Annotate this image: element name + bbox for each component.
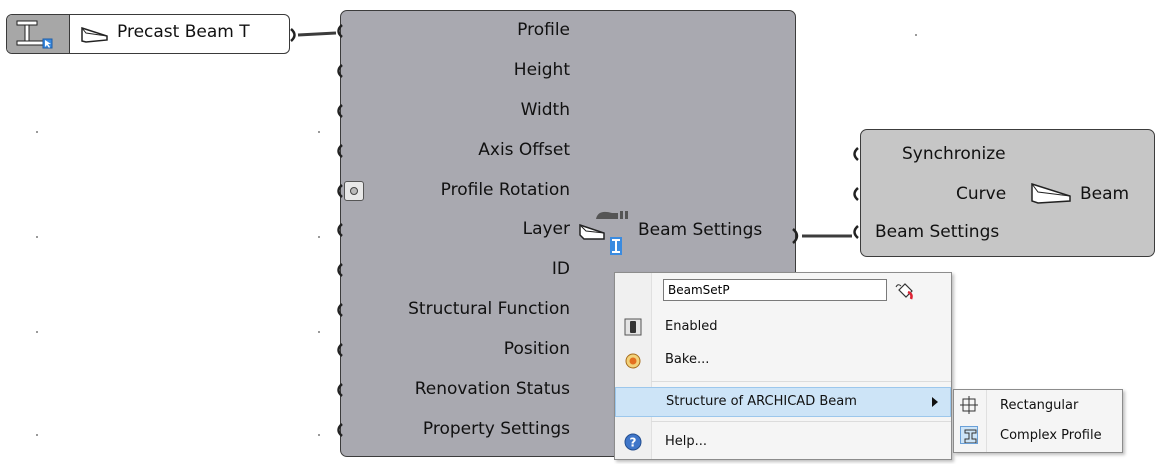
input-grip[interactable] <box>332 23 344 41</box>
i-beam-param-icon <box>16 20 53 49</box>
menu-item-label: Bake... <box>665 352 710 367</box>
menu-item-label: Help... <box>665 434 708 449</box>
bake-icon <box>625 353 641 369</box>
menu-item-structure[interactable]: Structure of ARCHICAD Beam <box>615 387 951 417</box>
paint-bucket-icon[interactable] <box>895 282 917 302</box>
input-label: Position <box>503 339 570 359</box>
submenu-item-label: Rectangular <box>1000 398 1079 413</box>
input-grip[interactable] <box>332 422 344 440</box>
right-input-grips[interactable] <box>848 146 860 246</box>
menu-item-bake[interactable]: Bake... <box>615 345 951 375</box>
beam-settings-icon <box>579 211 628 255</box>
input-grip[interactable] <box>332 103 344 121</box>
menu-item-label: Enabled <box>665 319 718 334</box>
input-label: Profile <box>517 20 570 40</box>
help-icon: ? <box>624 433 642 451</box>
beam-shape-icon <box>81 26 108 43</box>
input-grip[interactable] <box>332 382 344 400</box>
output-grip[interactable] <box>790 227 804 245</box>
input-grip[interactable] <box>332 63 344 81</box>
submenu-item-complex-profile[interactable]: Complex Profile <box>954 422 1122 450</box>
param-label: Precast Beam T <box>117 22 250 42</box>
input-label: Width <box>520 100 570 120</box>
input-label: Property Settings <box>422 419 570 439</box>
input-label: ID <box>551 259 570 279</box>
complex-profile-icon <box>960 426 978 444</box>
chevron-right-icon <box>932 397 938 407</box>
rotation-param-icon[interactable] <box>344 181 364 201</box>
input-grip[interactable] <box>332 302 344 320</box>
precast-beam-param[interactable]: Precast Beam T <box>6 14 296 54</box>
input-grip[interactable] <box>332 143 344 161</box>
input-grip[interactable] <box>332 342 344 360</box>
input-label: Curve <box>956 184 1007 204</box>
component-name-field[interactable] <box>663 279 887 301</box>
input-label: Axis Offset <box>478 140 570 160</box>
param-icon-box <box>7 15 70 53</box>
input-label: Synchronize <box>902 144 1006 164</box>
structure-submenu: Rectangular Complex Profile <box>953 389 1123 453</box>
menu-separator <box>651 421 951 422</box>
menu-separator <box>651 381 951 382</box>
output-label: Beam Settings <box>638 220 763 240</box>
menu-item-help[interactable]: ? Help... <box>615 427 951 457</box>
context-menu: Enabled Bake... Structure of ARCHICAD Be… <box>614 272 952 460</box>
rectangular-icon <box>960 396 978 414</box>
input-grip[interactable] <box>332 222 344 240</box>
menu-item-enabled[interactable]: Enabled <box>615 312 951 342</box>
enabled-icon <box>624 318 642 336</box>
input-label: Structural Function <box>408 299 570 319</box>
input-label: Beam Settings <box>875 222 1000 242</box>
beam-icon <box>1031 182 1071 204</box>
output-label: Beam <box>1080 184 1130 204</box>
submenu-item-rectangular[interactable]: Rectangular <box>954 392 1122 420</box>
submenu-item-label: Complex Profile <box>1000 428 1102 443</box>
svg-text:?: ? <box>630 436 637 450</box>
input-label: Profile Rotation <box>440 180 570 200</box>
input-grip[interactable] <box>332 183 344 201</box>
wire-profile <box>297 31 337 37</box>
output-grip[interactable] <box>289 27 301 43</box>
input-label: Height <box>513 60 570 80</box>
input-label: Layer <box>522 219 570 239</box>
input-grip[interactable] <box>332 262 344 280</box>
menu-item-label: Structure of ARCHICAD Beam <box>666 394 857 409</box>
input-label: Renovation Status <box>414 379 570 399</box>
